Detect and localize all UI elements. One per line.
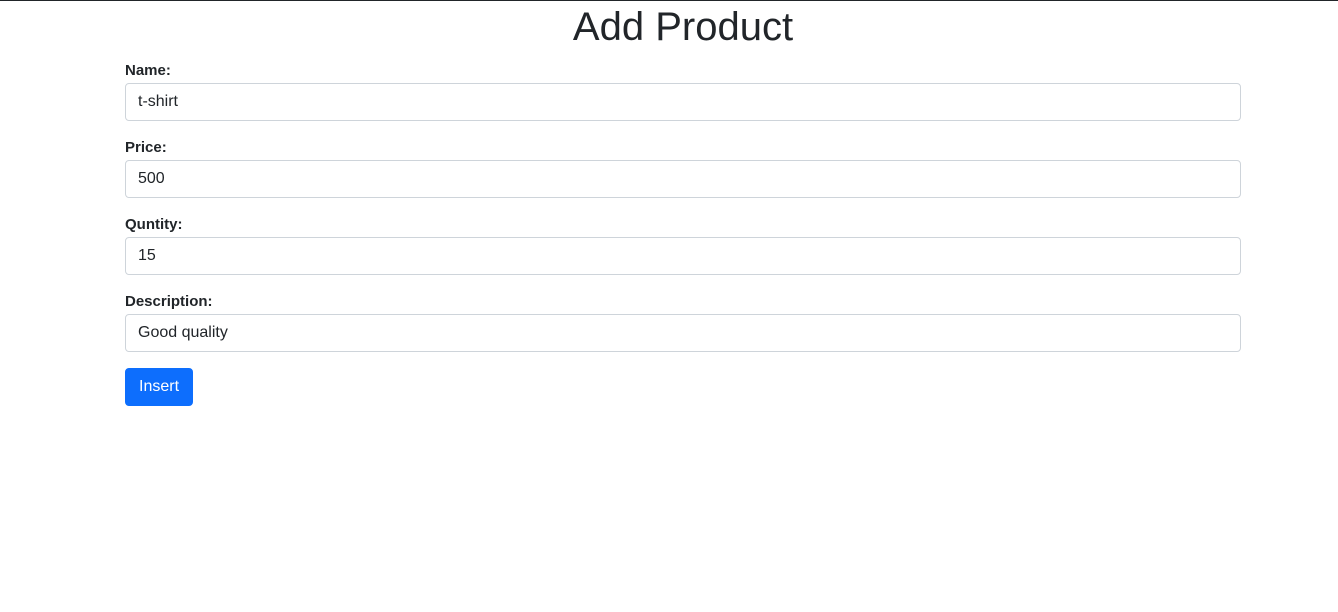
name-label: Name: (125, 62, 171, 79)
price-field-group: Price: (125, 137, 1241, 198)
name-input[interactable] (125, 83, 1241, 121)
page-title: Add Product (572, 5, 794, 49)
add-product-form: Name: Price: Quntity: Description: Inser… (125, 60, 1241, 406)
description-field-group: Description: (125, 291, 1241, 352)
description-input[interactable] (125, 314, 1241, 352)
quantity-input[interactable] (125, 237, 1241, 275)
price-input[interactable] (125, 160, 1241, 198)
quantity-label: Quntity: (125, 216, 183, 233)
price-label: Price: (125, 139, 167, 156)
top-divider (0, 0, 1338, 1)
quantity-field-group: Quntity: (125, 214, 1241, 275)
description-label: Description: (125, 293, 213, 310)
name-field-group: Name: (125, 60, 1241, 121)
insert-button[interactable]: Insert (125, 368, 194, 406)
